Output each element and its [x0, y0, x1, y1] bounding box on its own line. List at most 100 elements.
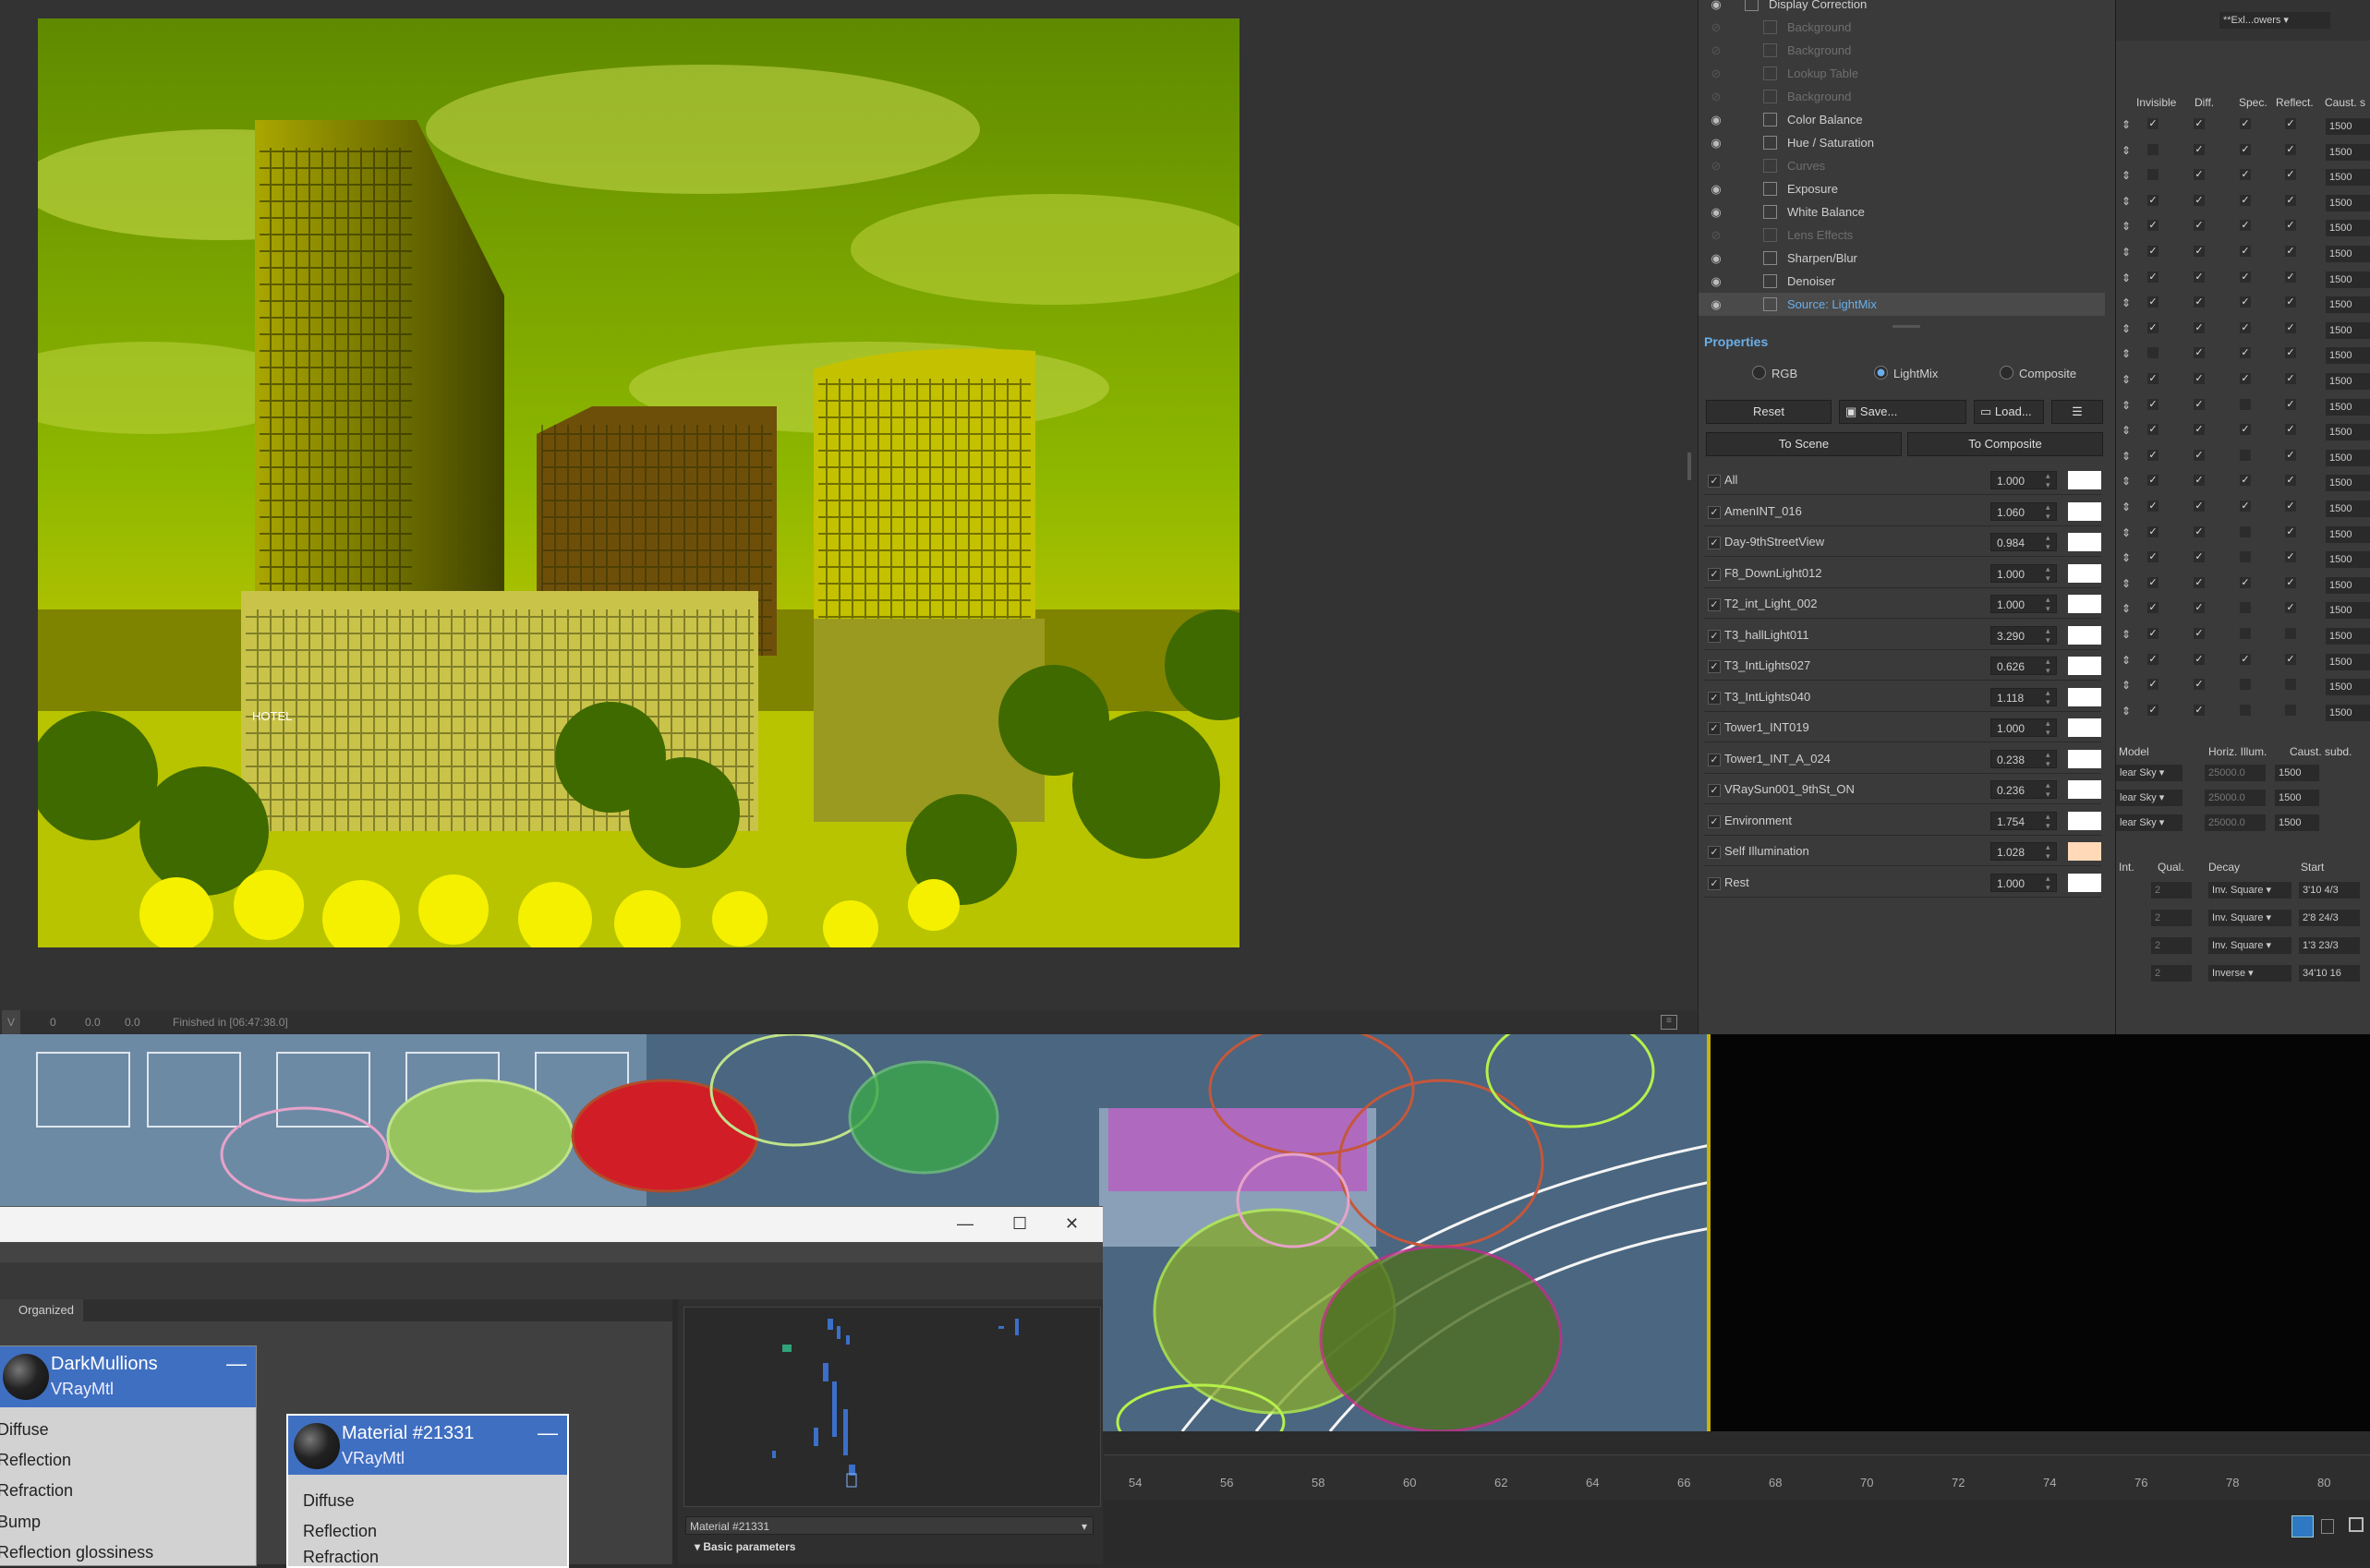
- spinner-icon[interactable]: ⇕: [2122, 705, 2131, 718]
- horiz-illum-input[interactable]: 25000.0: [2205, 814, 2266, 831]
- invisible-checkbox[interactable]: ✓: [2147, 704, 2158, 716]
- reflect-checkbox[interactable]: ✓: [2285, 424, 2296, 436]
- specular-checkbox[interactable]: ✓: [2240, 296, 2251, 308]
- invisible-checkbox[interactable]: ✓: [2147, 501, 2158, 512]
- decay-start-input[interactable]: 34'10 16: [2299, 965, 2360, 982]
- eye-icon[interactable]: ◉: [1708, 247, 1724, 270]
- invisible-checkbox[interactable]: ✓: [2147, 475, 2158, 487]
- reflect-checkbox[interactable]: ✓: [2285, 246, 2296, 257]
- horiz-illum-input[interactable]: 25000.0: [2205, 765, 2266, 781]
- light-enabled-checkbox[interactable]: ✓: [1708, 629, 1721, 643]
- reflect-checkbox[interactable]: ✓: [2285, 501, 2296, 512]
- eye-icon[interactable]: ◉: [1708, 131, 1724, 154]
- caustic-subdivs-input[interactable]: 1500: [2326, 398, 2370, 416]
- invisible-checkbox[interactable]: ✓: [2147, 525, 2158, 537]
- diffuse-checkbox[interactable]: ✓: [2194, 475, 2205, 487]
- to-scene-button[interactable]: To Scene: [1706, 432, 1902, 456]
- spinner-icon[interactable]: ⇕: [2122, 577, 2131, 590]
- spinner-icon[interactable]: ⇕: [2122, 347, 2131, 360]
- invisible-checkbox[interactable]: ✓: [2147, 424, 2158, 436]
- eye-icon[interactable]: ◉: [1708, 200, 1724, 223]
- caustic-subdivs-input[interactable]: 1500: [2326, 169, 2370, 187]
- light-enabled-checkbox[interactable]: ✓: [1708, 784, 1721, 797]
- material-dropdown[interactable]: Material #21331 ▾: [685, 1516, 1094, 1535]
- caustic-subdivs-input[interactable]: 1500: [2326, 373, 2370, 390]
- diffuse-checkbox[interactable]: ✓: [2194, 602, 2205, 614]
- decay-dropdown[interactable]: Inv. Square ▾: [2208, 882, 2291, 899]
- reflect-checkbox[interactable]: [2285, 628, 2296, 639]
- decay-dropdown[interactable]: Inverse ▾: [2208, 965, 2291, 982]
- light-color-swatch[interactable]: [2068, 595, 2101, 613]
- specular-checkbox[interactable]: ✓: [2240, 373, 2251, 384]
- invisible-checkbox[interactable]: ✓: [2147, 118, 2158, 129]
- channel-dropdown[interactable]: V: [2, 1010, 21, 1034]
- specular-checkbox[interactable]: [2240, 602, 2251, 614]
- light-enabled-checkbox[interactable]: ✓: [1708, 691, 1721, 705]
- viewport-toggle-icon[interactable]: [2291, 1515, 2314, 1538]
- reflect-checkbox[interactable]: [2285, 704, 2296, 716]
- slot-refraction[interactable]: Refraction: [0, 1481, 73, 1501]
- layer-row[interactable]: ⊘ Lens Effects: [1699, 223, 2105, 247]
- diffuse-checkbox[interactable]: ✓: [2194, 525, 2205, 537]
- reflect-checkbox[interactable]: ✓: [2285, 143, 2296, 155]
- reflect-checkbox[interactable]: ✓: [2285, 653, 2296, 665]
- light-color-swatch[interactable]: [2068, 657, 2101, 675]
- horiz-illum-input[interactable]: 25000.0: [2205, 790, 2266, 806]
- spinner-arrows-icon[interactable]: ▴ ▾: [2046, 595, 2050, 613]
- sky-model-dropdown[interactable]: lear Sky ▾: [2116, 765, 2183, 781]
- layer-row[interactable]: ◉ Exposure: [1699, 177, 2105, 200]
- invisible-checkbox[interactable]: [2147, 347, 2158, 359]
- spinner-arrows-icon[interactable]: ▴ ▾: [2046, 718, 2050, 737]
- light-enabled-checkbox[interactable]: ✓: [1708, 598, 1721, 611]
- quality-input[interactable]: 2: [2151, 965, 2192, 982]
- caustic-subdivs-input[interactable]: 1500: [2326, 271, 2370, 288]
- caustic-subdivs-input[interactable]: 1500: [2326, 602, 2370, 620]
- spinner-arrows-icon[interactable]: ▴ ▾: [2046, 750, 2050, 768]
- lister-filter-dropdown[interactable]: **Exl...owers ▾: [2219, 12, 2330, 29]
- caustic-subdivs-input[interactable]: 1500: [2326, 628, 2370, 645]
- specular-checkbox[interactable]: ✓: [2240, 220, 2251, 232]
- spinner-icon[interactable]: ⇕: [2122, 169, 2131, 182]
- caustic-subdivs-input[interactable]: 1500: [2326, 449, 2370, 466]
- light-color-swatch[interactable]: [2068, 749, 2101, 768]
- panel-divider[interactable]: [672, 1299, 678, 1564]
- specular-checkbox[interactable]: ✓: [2240, 143, 2251, 155]
- reflect-checkbox[interactable]: ✓: [2285, 373, 2296, 384]
- specular-checkbox[interactable]: ✓: [2240, 321, 2251, 333]
- slot-reflection[interactable]: Reflection: [0, 1451, 71, 1470]
- caustic-subdivs-input[interactable]: 1500: [2326, 424, 2370, 441]
- spinner-icon[interactable]: ⇕: [2122, 450, 2131, 463]
- decay-start-input[interactable]: 2'8 24/3: [2299, 910, 2360, 926]
- specular-checkbox[interactable]: ✓: [2240, 653, 2251, 665]
- reflect-checkbox[interactable]: ✓: [2285, 321, 2296, 333]
- diffuse-checkbox[interactable]: ✓: [2194, 628, 2205, 639]
- diffuse-checkbox[interactable]: ✓: [2194, 118, 2205, 129]
- invisible-checkbox[interactable]: ✓: [2147, 373, 2158, 384]
- reflect-checkbox[interactable]: ✓: [2285, 271, 2296, 283]
- layer-row[interactable]: ⊘ Background: [1699, 39, 2105, 62]
- reflect-checkbox[interactable]: ✓: [2285, 118, 2296, 129]
- slot-reflection[interactable]: Reflection: [303, 1522, 377, 1541]
- diffuse-checkbox[interactable]: ✓: [2194, 501, 2205, 512]
- spinner-arrows-icon[interactable]: ▴ ▾: [2046, 626, 2050, 645]
- spinner-icon[interactable]: ⇕: [2122, 322, 2131, 335]
- spinner-icon[interactable]: ⇕: [2122, 475, 2131, 488]
- light-enabled-checkbox[interactable]: ✓: [1708, 505, 1721, 519]
- spinner-icon[interactable]: ⇕: [2122, 424, 2131, 437]
- layer-row[interactable]: ⊘ Background: [1699, 16, 2105, 39]
- spinner-icon[interactable]: ⇕: [2122, 246, 2131, 259]
- sky-caustic-input[interactable]: 1500: [2275, 790, 2319, 806]
- eye-hidden-icon[interactable]: ⊘: [1708, 16, 1724, 39]
- sky-model-dropdown[interactable]: lear Sky ▾: [2116, 814, 2183, 831]
- eye-icon[interactable]: ◉: [1708, 293, 1724, 316]
- quality-input[interactable]: 2: [2151, 910, 2192, 926]
- light-enabled-checkbox[interactable]: ✓: [1708, 876, 1721, 890]
- light-enabled-checkbox[interactable]: ✓: [1708, 537, 1721, 549]
- invisible-checkbox[interactable]: [2147, 169, 2158, 181]
- invisible-checkbox[interactable]: ✓: [2147, 679, 2158, 691]
- specular-checkbox[interactable]: ✓: [2240, 475, 2251, 487]
- light-color-swatch[interactable]: [2068, 625, 2101, 645]
- reflect-checkbox[interactable]: ✓: [2285, 449, 2296, 461]
- reset-button[interactable]: Reset: [1706, 400, 1832, 424]
- reflect-checkbox[interactable]: ✓: [2285, 551, 2296, 563]
